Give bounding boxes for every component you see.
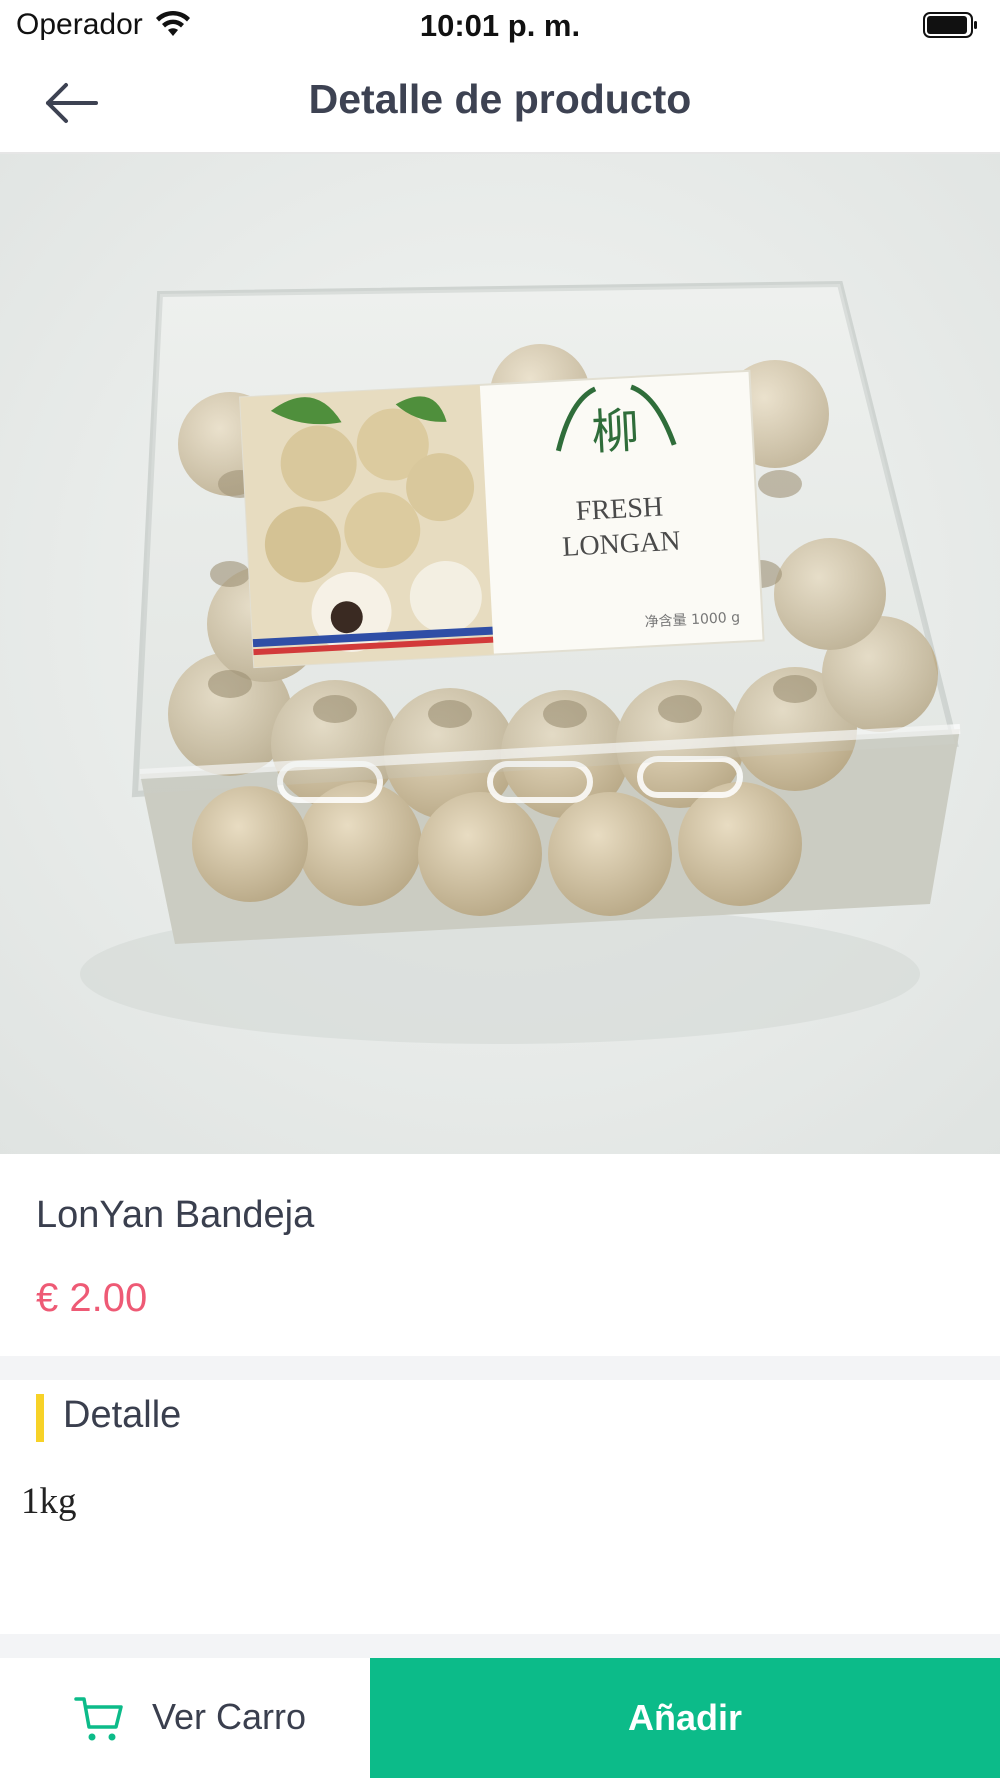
detail-section: Detalle 1kg <box>0 1380 1000 1634</box>
status-time: 10:01 p. m. <box>419 8 581 43</box>
product-image: 柳 FRESH LONGAN 净含量 1000 g <box>0 154 1000 1154</box>
battery-icon <box>923 12 977 38</box>
label-longan-text: LONGAN <box>561 526 681 563</box>
shopping-cart-icon <box>74 1697 123 1741</box>
section-divider <box>0 1356 1000 1380</box>
navigation-header: Detalle de producto <box>0 52 1000 154</box>
section-divider <box>0 1634 1000 1658</box>
detail-body: 1kg <box>21 1481 77 1522</box>
label-seal: 柳 <box>590 403 641 461</box>
product-price: € 2.00 <box>36 1276 148 1320</box>
label-fresh-text: FRESH <box>575 492 664 528</box>
detail-title: Detalle <box>63 1394 182 1436</box>
add-to-cart-label: Añadir <box>627 1697 742 1738</box>
status-bar: Operador 10:01 p. m. <box>0 0 1000 52</box>
bottom-action-bar: Ver Carro Añadir <box>0 1658 1000 1778</box>
add-to-cart-button[interactable]: Añadir <box>370 1658 1000 1778</box>
page-title: Detalle de producto <box>308 76 692 122</box>
view-cart-button[interactable]: Ver Carro <box>0 1658 370 1778</box>
detail-marker <box>36 1394 44 1442</box>
product-name: LonYan Bandeja <box>36 1194 315 1236</box>
view-cart-label: Ver Carro <box>152 1696 307 1737</box>
longan-tray-illustration: 柳 FRESH LONGAN 净含量 1000 g <box>0 154 1000 1154</box>
product-info: LonYan Bandeja € 2.00 <box>0 1154 1000 1356</box>
